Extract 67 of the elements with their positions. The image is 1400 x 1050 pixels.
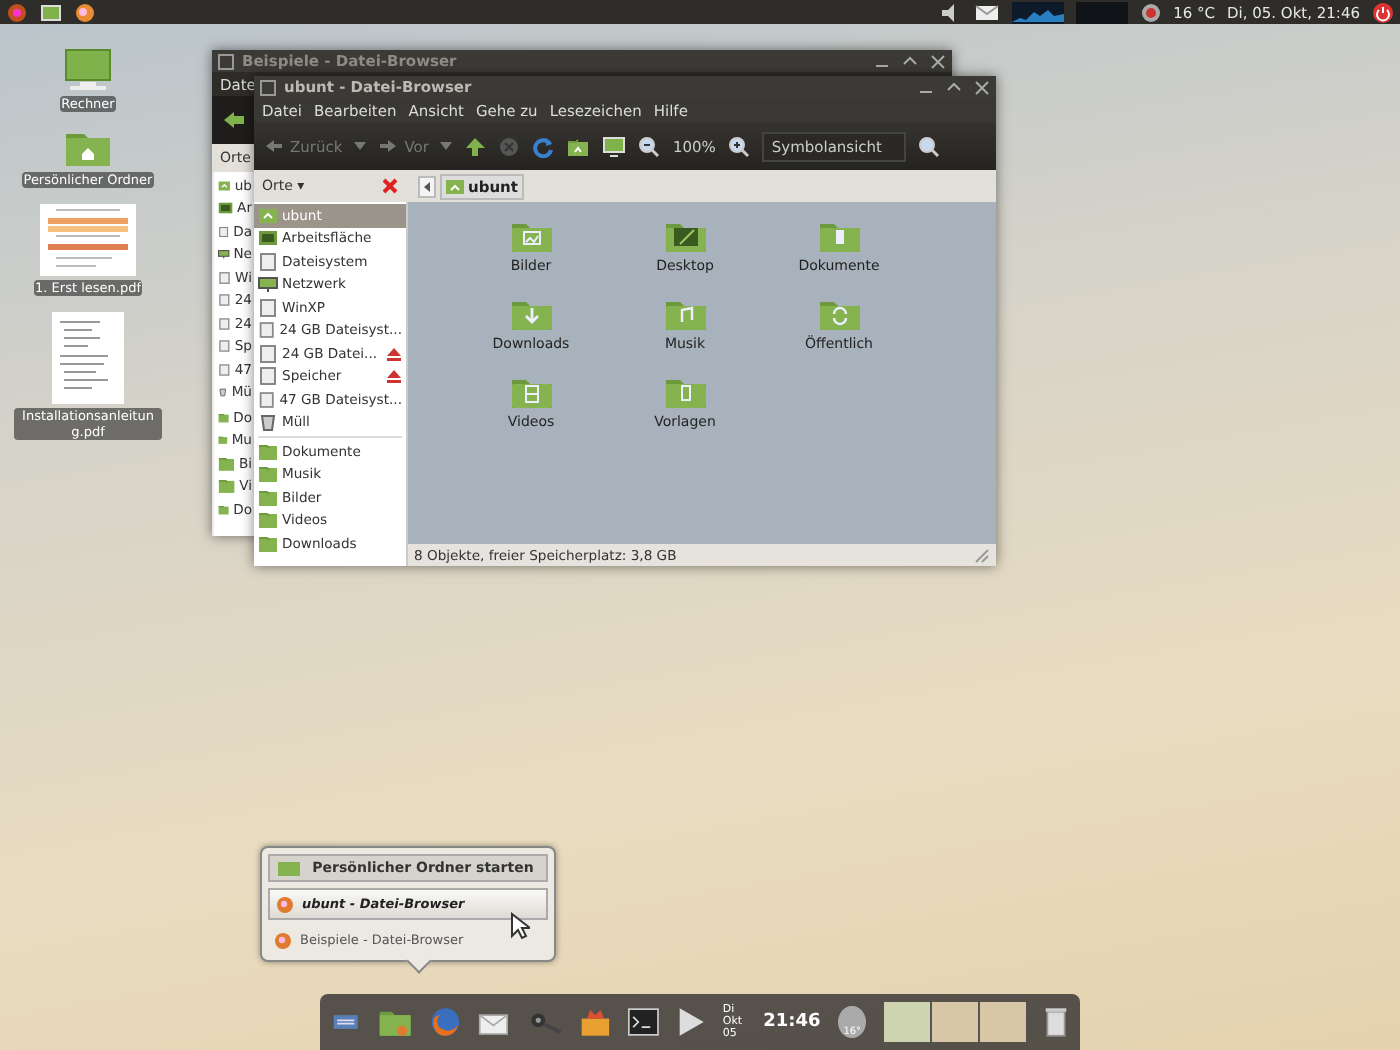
left-arrow-icon [264,138,284,154]
folder-icon [663,374,707,410]
document-thumbnail-icon[interactable] [52,312,124,404]
resize-grip-icon[interactable] [974,547,990,563]
up-arrow-icon[interactable] [464,135,487,157]
window-menu-icon[interactable] [260,79,276,95]
caret-icon[interactable] [440,140,453,152]
folder-icon [258,533,278,554]
folder-icon [663,218,707,254]
caret-icon[interactable] [354,140,367,152]
monitor-icon[interactable] [40,1,62,23]
drive-icon [258,389,276,410]
folder-icon [663,296,707,332]
folder-icon [258,441,278,462]
eject-icon[interactable] [386,368,402,385]
maximize-icon[interactable] [902,53,918,69]
drive-icon [258,251,278,272]
back-arrow-icon[interactable] [222,110,246,130]
network-icon [258,274,278,295]
folder-icon [509,218,553,254]
home-folder-icon[interactable] [566,135,591,157]
cpu-graph-icon [1011,1,1064,23]
folder-icon [278,860,300,876]
mail-icon[interactable] [973,1,1000,23]
drive-icon [258,366,278,387]
home-folder-icon [258,205,278,226]
network-graph-icon [1075,1,1128,23]
zoom-out-icon[interactable] [638,135,661,157]
drive-icon [258,297,278,318]
drive-icon [218,221,230,242]
mouse-pointer-icon [510,912,530,940]
computer-icon[interactable] [602,135,627,157]
drive-icon [258,320,276,341]
folder-icon [258,464,278,485]
zoom-in-icon[interactable] [727,135,750,157]
workspace-thumbnail[interactable] [979,1002,1026,1042]
desktop-icon [218,198,234,219]
folder-icon [817,218,861,254]
maximize-icon[interactable] [946,79,962,95]
pdf-thumbnail-icon[interactable] [40,204,136,276]
trash-icon[interactable] [1043,1004,1068,1040]
folder-icon [258,510,278,531]
terminal-icon[interactable] [628,1006,660,1038]
window-menu-icon[interactable] [218,53,234,69]
power-icon[interactable] [1372,1,1394,23]
close-icon[interactable] [382,178,398,194]
folder-icon [509,374,553,410]
folder-icon [817,296,861,332]
package-icon[interactable] [579,1006,611,1038]
workspace-thumbnail[interactable] [883,1002,930,1042]
drive-icon [258,343,278,364]
play-icon[interactable] [677,1004,705,1040]
reload-icon[interactable] [532,135,555,157]
close-icon[interactable] [930,53,946,69]
time-text: 21:46 [763,1012,821,1032]
close-icon[interactable] [974,79,990,95]
folder-icon [509,296,553,332]
desktop-icon [258,228,278,249]
workspace-thumbnail[interactable] [931,1002,978,1042]
search-icon[interactable] [917,135,940,157]
menu-icon[interactable] [6,1,28,23]
trash-icon [218,382,228,403]
right-arrow-icon [378,138,399,154]
eject-icon[interactable] [386,345,402,362]
left-arrow-icon[interactable] [418,175,436,197]
folder-icon [258,487,278,508]
home-folder-icon [446,178,464,194]
